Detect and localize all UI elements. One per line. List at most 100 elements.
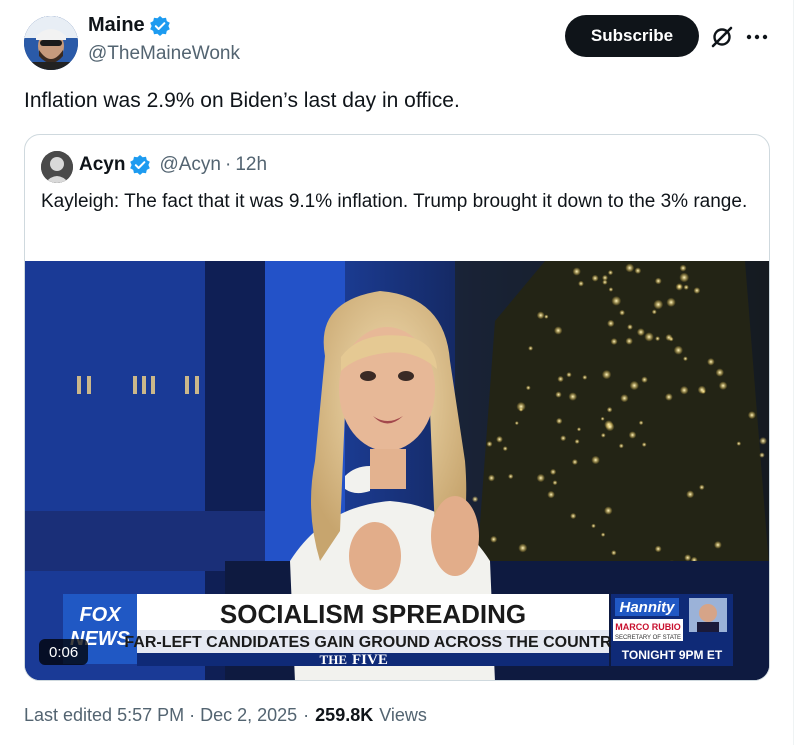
quoted-tweet[interactable]: Acyn @Acyn · 12h Kayleigh: The fact that…: [24, 134, 770, 681]
tree-light: [697, 385, 707, 394]
tree-light: [628, 431, 637, 439]
tree-light: [736, 441, 742, 446]
show-prefix: THE: [320, 652, 347, 667]
tree-light: [684, 554, 692, 562]
tree-light: [544, 314, 549, 319]
tree-light: [677, 284, 682, 289]
author-name[interactable]: Maine: [88, 14, 145, 37]
quote-author-avatar[interactable]: [41, 151, 73, 183]
tree-light: [591, 455, 600, 465]
tree-light: [490, 535, 498, 543]
tree-light: [683, 356, 688, 362]
tree-light: [555, 391, 562, 398]
divider: [793, 0, 794, 745]
tree-light: [699, 484, 705, 491]
author-avatar[interactable]: [24, 16, 78, 70]
tree-light: [638, 420, 644, 426]
tree-light: [641, 442, 647, 447]
tree-light: [536, 473, 545, 483]
tree-light: [516, 401, 526, 412]
show-name: FIVE: [352, 652, 388, 668]
subscribe-button[interactable]: Subscribe: [565, 15, 699, 57]
tree-light: [514, 421, 519, 426]
tree-light: [508, 473, 514, 480]
tree-light: [605, 422, 615, 432]
tree-light: [574, 439, 580, 444]
tree-light: [634, 267, 642, 274]
more-icon[interactable]: [744, 24, 770, 50]
tweet-card: Maine @TheMaineWonk Subscribe Inflation …: [0, 0, 800, 745]
tree-light: [607, 270, 614, 276]
tree-light: [606, 406, 613, 413]
video-frame: FOX NEWS SOCIALISM SPREADING FAR-LEFT CA…: [25, 261, 769, 680]
tree-light: [582, 374, 588, 380]
separator: ·: [303, 705, 310, 725]
tree-light: [683, 284, 689, 290]
tree-light: [618, 443, 624, 449]
tree-light: [715, 368, 724, 377]
promo-guest: MARCO RUBIO: [615, 622, 681, 632]
video-player[interactable]: FOX NEWS SOCIALISM SPREADING FAR-LEFT CA…: [25, 261, 769, 680]
tree-light: [747, 411, 756, 420]
tree-light: [641, 376, 648, 383]
tree-light: [654, 545, 662, 553]
tree-light: [472, 496, 479, 503]
tree-light: [759, 437, 767, 445]
tree-light: [547, 490, 555, 499]
promo-title: SECRETARY OF STATE: [615, 635, 681, 641]
tree-light: [665, 393, 673, 401]
quote-author-handle[interactable]: @Acyn: [159, 154, 221, 176]
tree-light: [502, 446, 508, 452]
promo-show: Hannity: [619, 599, 675, 616]
tree-light: [600, 416, 605, 421]
tree-light: [620, 394, 629, 403]
tree-light: [636, 328, 645, 337]
promo-time: TONIGHT 9PM ET: [622, 648, 723, 662]
separator: ·: [225, 154, 232, 175]
tree-light: [627, 324, 633, 330]
verified-badge-icon: [129, 154, 151, 176]
quote-text: Kayleigh: The fact that it was 9.1% infl…: [41, 191, 748, 212]
tree-light: [655, 336, 661, 342]
tree-light: [554, 326, 563, 335]
tweet-footer: Last edited 5:57 PM · Dec 2, 2025 · 259.…: [24, 705, 427, 726]
tree-light: [611, 550, 617, 556]
network-logo-top: FOX: [79, 604, 122, 626]
tree-light: [611, 296, 622, 306]
tree-light: [560, 435, 567, 442]
edited-timestamp[interactable]: Last edited 5:57 PM · Dec 2, 2025: [24, 705, 297, 726]
tree-light: [718, 381, 728, 390]
tree-light: [557, 375, 564, 383]
tree-light: [679, 385, 689, 395]
grok-icon[interactable]: [709, 24, 735, 50]
tree-light: [625, 337, 633, 345]
tree-light: [528, 345, 534, 351]
quote-author-name[interactable]: Acyn: [79, 154, 125, 176]
tree-light: [570, 512, 577, 520]
quote-header: Acyn @Acyn · 12h: [79, 154, 267, 176]
tweet-text: Inflation was 2.9% on Biden’s last day i…: [24, 89, 460, 112]
tree-light: [707, 358, 715, 366]
tree-light: [759, 452, 765, 458]
tree-light: [607, 319, 615, 328]
tree-light: [644, 332, 654, 342]
tree-light: [651, 309, 657, 315]
chyron-headline: SOCIALISM SPREADING: [220, 599, 526, 629]
tree-light: [496, 435, 503, 443]
author-handle[interactable]: @TheMaineWonk: [88, 43, 240, 65]
tree-light: [578, 280, 584, 287]
tree-light: [686, 490, 695, 499]
tree-light: [552, 480, 558, 486]
tree-light: [654, 277, 662, 285]
tree-light: [679, 272, 690, 283]
tree-light: [525, 385, 531, 391]
tree-light: [629, 380, 639, 391]
tree-light: [610, 338, 618, 345]
tree-light: [568, 392, 578, 401]
tree-light: [591, 523, 596, 529]
tree-light: [600, 532, 606, 537]
tree-light: [518, 543, 528, 553]
quote-timestamp[interactable]: 12h: [235, 154, 267, 176]
tree-light: [625, 263, 635, 273]
tree-light: [486, 441, 493, 447]
